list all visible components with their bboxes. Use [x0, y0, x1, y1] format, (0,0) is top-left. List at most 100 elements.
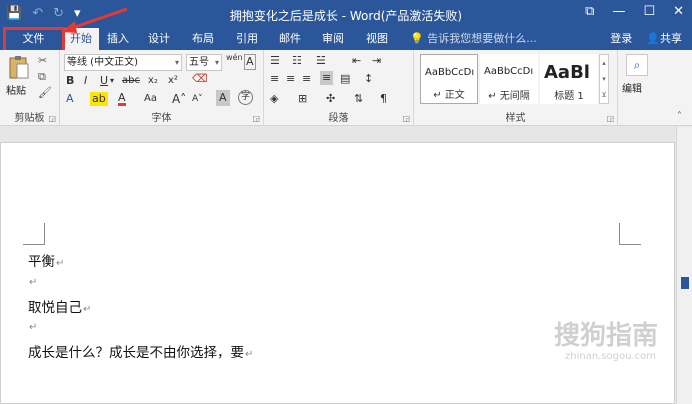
crop-mark [23, 223, 45, 245]
document-page[interactable]: 平衡↵ ↵ 取悦自己↵ ↵ 成长是什么？成长是不由你选择，要↵ [0, 142, 675, 404]
align-center-icon[interactable]: ≡ [286, 72, 295, 86]
borders-icon[interactable]: ⊞ [298, 92, 307, 106]
paste-button[interactable]: 粘贴 [6, 82, 26, 97]
share-button[interactable]: 👤共享 [646, 28, 682, 50]
shrink-font-icon[interactable]: A˅ [192, 92, 203, 106]
tab-layout[interactable]: 布局 [188, 28, 218, 50]
style-heading-1[interactable]: AaBl 标题 1 [540, 54, 598, 104]
tell-me-text: 告诉我您想要做什么... [427, 32, 537, 45]
maximize-icon[interactable]: ☐ [643, 4, 655, 19]
chinese-layout-icon[interactable]: ✣ [326, 92, 335, 106]
chevron-down-icon[interactable]: ▾ [110, 74, 114, 88]
font-name-combo[interactable]: 等线 (中文正文) ▾ [64, 54, 182, 71]
change-case-icon[interactable]: Aa [144, 92, 157, 106]
style-sample: AaBbCcDı [425, 67, 475, 78]
style-sample: AaBl [544, 62, 590, 83]
paragraph[interactable]: 取悦自己↵ [28, 296, 91, 316]
account-area: 登录 👤共享 [610, 28, 682, 50]
paragraph-group: ☰ ☷ ☱ ⇤ ⇥ ≡ ≡ ≡ ≡ ▤ ↕ ◈ ⊞ ✣ ⇅ ¶ 段落 ◲ [264, 50, 414, 126]
minimize-icon[interactable]: — [612, 4, 625, 19]
cut-icon[interactable]: ✂ [38, 54, 47, 67]
style-normal[interactable]: AaBbCcDı ↵ 正文 [420, 54, 478, 104]
tab-references[interactable]: 引用 [232, 28, 262, 50]
paragraph[interactable]: ↵ [28, 273, 37, 289]
clipboard-launcher-icon[interactable]: ◲ [48, 114, 56, 123]
highlight-color-icon[interactable]: ab [90, 92, 108, 106]
paragraph[interactable]: 平衡↵ [28, 250, 64, 270]
font-color-icon[interactable]: A [118, 92, 126, 106]
search-icon[interactable]: ⌕ [626, 54, 648, 76]
line-spacing-icon[interactable]: ↕ [364, 72, 373, 86]
multilevel-list-icon[interactable]: ☱ [316, 54, 326, 68]
char-border-button[interactable]: A [244, 54, 256, 70]
text-effects-icon[interactable]: A [66, 92, 74, 106]
collapse-ribbon-icon[interactable]: ˄ [677, 111, 682, 122]
copy-icon[interactable]: ⧉ [38, 70, 46, 84]
phonetic-guide-button[interactable]: wén [226, 54, 243, 62]
subscript-button[interactable]: x₂ [148, 74, 158, 88]
styles-launcher-icon[interactable]: ◲ [606, 114, 614, 123]
sign-in-link[interactable]: 登录 [610, 28, 632, 50]
enclose-char-icon[interactable]: 字 [238, 90, 253, 105]
paragraph[interactable]: 成长是什么？成长是不由你选择，要↵ [28, 341, 253, 361]
paragraph-mark-icon: ↵ [29, 322, 38, 333]
paragraph-label: 段落 [328, 113, 349, 124]
document-area: 平衡↵ ↵ 取悦自己↵ ↵ 成长是什么？成长是不由你选择，要↵ 搜狗指南 zhi… [0, 127, 692, 404]
editing-group: ⌕ 编辑 ˄ [618, 50, 692, 126]
watermark-url: zhinan.sogou.com [564, 351, 656, 362]
editing-button[interactable]: 编辑 [622, 80, 642, 95]
increase-indent-icon[interactable]: ⇥ [372, 54, 381, 68]
bullets-icon[interactable]: ☰ [270, 54, 280, 68]
tab-design[interactable]: 设计 [144, 28, 174, 50]
chevron-down-icon: ▾ [214, 58, 219, 67]
justify-icon[interactable]: ≡ [320, 71, 334, 85]
superscript-button[interactable]: x² [168, 74, 178, 88]
sort-icon[interactable]: ⇅ [354, 92, 363, 106]
tab-mailings[interactable]: 邮件 [275, 28, 305, 50]
align-left-icon[interactable]: ≡ [270, 72, 279, 86]
tab-view[interactable]: 视图 [362, 28, 392, 50]
annotation-arrow-icon [61, 7, 128, 33]
paragraph-mark-icon: ↵ [56, 258, 65, 269]
italic-button[interactable]: I [84, 74, 87, 88]
vertical-scrollbar[interactable] [676, 127, 692, 404]
align-right-icon[interactable]: ≡ [302, 72, 311, 86]
font-label: 字体 [151, 113, 172, 124]
paragraph[interactable]: ↵ [28, 318, 37, 334]
show-marks-icon[interactable]: ¶ [380, 92, 387, 106]
distributed-icon[interactable]: ▤ [340, 72, 350, 86]
share-label: 共享 [660, 32, 682, 45]
clear-formatting-icon[interactable]: ⌫ [192, 72, 208, 86]
window-controls: ⧉ — ☐ ✕ [585, 4, 684, 19]
bold-button[interactable]: B [66, 74, 74, 88]
ribbon: 粘贴 ✂ ⧉ 🖌 剪贴板 ◲ 等线 (中文正文) ▾ 五号 ▾ wén A B I … [0, 50, 692, 126]
style-sample: AaBbCcDı [484, 66, 534, 77]
close-icon[interactable]: ✕ [673, 4, 684, 19]
paragraph-text: 平衡 [28, 254, 55, 270]
person-icon: 👤 [646, 32, 660, 45]
paragraph-mark-icon: ↵ [245, 349, 254, 360]
paragraph-text: 成长是什么？成长是不由你选择，要 [28, 345, 244, 361]
scrollbar-thumb[interactable] [681, 277, 689, 289]
font-group: 等线 (中文正文) ▾ 五号 ▾ wén A B I U ▾ abc x₂ x² ⌫… [60, 50, 264, 126]
style-no-spacing[interactable]: AaBbCcDı ↵ 无间隔 [480, 54, 538, 104]
char-shading-icon[interactable]: A [216, 90, 230, 106]
strikethrough-button[interactable]: abc [122, 74, 140, 88]
format-painter-icon[interactable]: 🖌 [38, 86, 52, 99]
underline-button[interactable]: U [100, 74, 108, 88]
paste-icon[interactable] [8, 54, 30, 82]
font-launcher-icon[interactable]: ◲ [252, 114, 260, 123]
tab-review[interactable]: 审阅 [318, 28, 348, 50]
paragraph-text: 取悦自己 [28, 300, 82, 316]
shading-icon[interactable]: ◈ [270, 92, 278, 106]
tell-me-box[interactable]: 💡 告诉我您想要做什么... [410, 28, 537, 50]
ribbon-display-icon[interactable]: ⧉ [585, 4, 594, 19]
font-size-combo[interactable]: 五号 ▾ [186, 54, 222, 71]
font-name-value: 等线 (中文正文) [67, 57, 138, 68]
numbering-icon[interactable]: ☷ [292, 54, 302, 68]
styles-scroll[interactable]: ▴ ▾ ⊻ [599, 54, 609, 104]
decrease-indent-icon[interactable]: ⇤ [352, 54, 361, 68]
grow-font-icon[interactable]: A˄ [172, 92, 186, 106]
paragraph-launcher-icon[interactable]: ◲ [402, 114, 410, 123]
styles-group: AaBbCcDı ↵ 正文 AaBbCcDı ↵ 无间隔 AaBl 标题 1 ▴… [414, 50, 618, 126]
